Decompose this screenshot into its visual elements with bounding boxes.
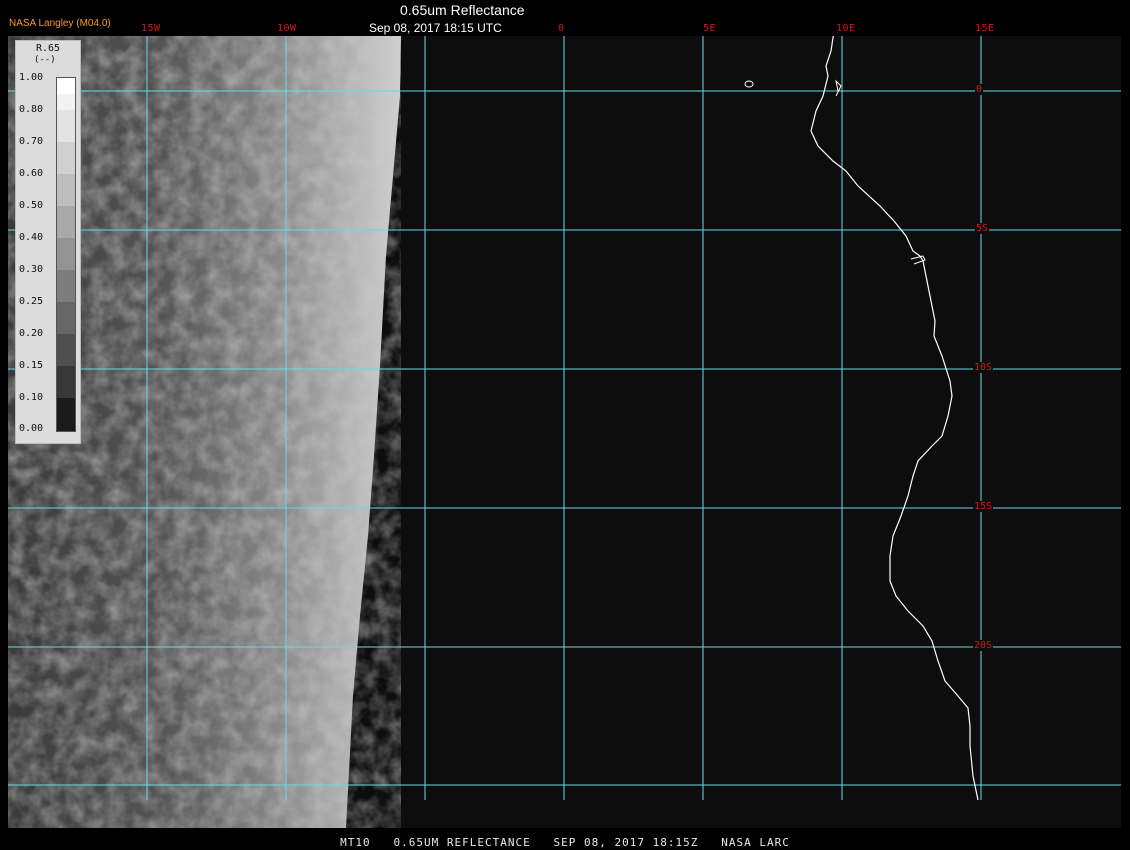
lat-label-0: 0 — [975, 84, 984, 95]
legend-tick: 0.40 — [19, 232, 44, 243]
lon-label-15e: 15E — [975, 23, 995, 34]
image-datetime: Sep 08, 2017 18:15 UTC — [369, 21, 502, 35]
legend-tick: 0.10 — [19, 392, 44, 403]
lon-label-15w: 15W — [141, 23, 161, 34]
image-title: 0.65um Reflectance — [400, 2, 525, 18]
lat-label-15s: 15S — [973, 501, 994, 512]
satellite-image-frame: 0.65um Reflectance Sep 08, 2017 18:15 UT… — [0, 0, 1130, 850]
legend-tick: 0.25 — [19, 296, 44, 307]
brand-label: NASA Langley (M04.0) — [9, 18, 111, 29]
lat-label-10s: 10S — [973, 362, 994, 373]
legend-title: R.65 — [36, 43, 61, 54]
legend-tick: 0.20 — [19, 328, 44, 339]
coastline — [810, 36, 979, 801]
legend-tick: 0.15 — [19, 360, 44, 371]
legend-tick: 0.80 — [19, 104, 44, 115]
color-legend: R.65 (--) 1.00 0.80 0.70 0.60 0.50 0.40 … — [15, 40, 81, 444]
lon-label-10w: 10W — [277, 23, 297, 34]
lon-label-5e: 5E — [703, 23, 717, 34]
legend-tick: 0.50 — [19, 200, 44, 211]
legend-tick: 0.30 — [19, 264, 44, 275]
legend-colorbar — [56, 77, 76, 432]
image-footer: MT10 0.65UM REFLECTANCE SEP 08, 2017 18:… — [340, 836, 790, 849]
lat-label-5s: 5S — [975, 223, 990, 234]
legend-tick: 0.70 — [19, 136, 44, 147]
legend-tick: 1.00 — [19, 72, 44, 83]
lon-label-0: 0 — [558, 23, 565, 34]
lon-label-10e: 10E — [836, 23, 856, 34]
legend-unit: (--) — [34, 55, 56, 65]
legend-tick: 0.60 — [19, 168, 44, 179]
map-canvas — [8, 36, 1121, 828]
legend-tick: 0.00 — [19, 423, 44, 434]
reflectance-map[interactable] — [8, 36, 1121, 828]
lat-label-20s: 20S — [973, 640, 994, 651]
